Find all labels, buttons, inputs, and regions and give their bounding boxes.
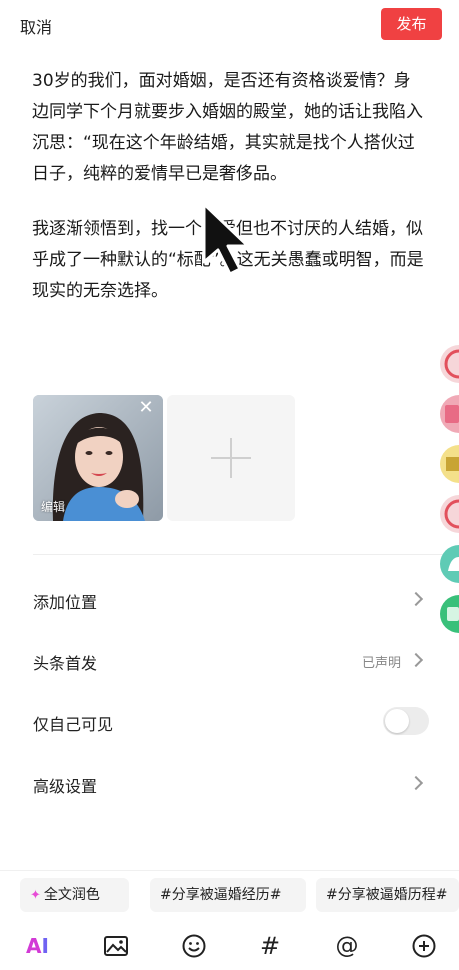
top-bar: 取消 发布 [0,0,459,52]
polish-label: 全文润色 [43,887,100,903]
floating-widget-4-icon[interactable] [440,495,459,533]
publish-button[interactable]: 发布 [381,8,442,40]
chevron-right-icon [408,652,424,668]
full-text-polish-button[interactable]: ✦ 全文润色 [20,878,129,912]
settings-label: 仅自己可见 [33,715,114,734]
floating-widget-5-icon[interactable] [440,545,459,583]
plus-icon-vertical [230,438,232,478]
edit-photo-button[interactable]: 编辑 [41,498,65,515]
add-circle-icon[interactable] [410,932,438,960]
hashtag-icon[interactable]: # [256,932,284,960]
add-image-button[interactable] [167,395,295,521]
private-visibility-toggle[interactable] [383,707,429,735]
ai-icon[interactable]: AI [26,932,54,960]
cancel-button[interactable]: 取消 [20,14,52,38]
remove-photo-close-icon[interactable]: ✕ [137,399,155,417]
post-paragraph-2[interactable]: 我逐渐领悟到，找一个不爱但也不讨厌的人结婚，似乎成了一种默认的“标配”。这无关愚… [32,214,424,307]
settings-label: 高级设置 [33,777,98,796]
divider [33,554,459,555]
settings-label: 头条首发 [33,654,98,673]
hashtag-suggestion[interactable]: #分享被逼婚经历# [150,878,306,912]
settings-advanced[interactable]: 高级设置 [33,769,429,799]
floating-widget-2-icon[interactable] [440,395,459,433]
toggle-knob [385,709,409,733]
settings-label: 添加位置 [33,593,98,612]
settings-private-visibility: 仅自己可见 [33,707,429,737]
hashtag-suggestion[interactable]: #分享被逼婚历程# [316,878,459,912]
suggestion-tags-bar: ✦ 全文润色 #分享被逼婚经历# #分享被逼婚历程# [0,870,459,919]
settings-add-location[interactable]: 添加位置 [33,585,429,615]
sparkle-icon: ✦ [30,888,41,903]
attached-photo[interactable]: ✕ 编辑 [33,395,163,521]
chevron-right-icon [408,591,424,607]
ai-letter-i: I [41,934,49,958]
image-icon[interactable] [102,932,130,960]
floating-widget-6-icon[interactable] [440,595,459,633]
ai-letter-a: A [26,934,42,958]
chevron-right-icon [408,775,424,791]
post-paragraph-1[interactable]: 30岁的我们，面对婚姻，是否还有资格谈爱情？身边同学下个月就要步入婚姻的殿堂，她… [32,66,424,190]
mention-icon[interactable]: @ [333,932,361,960]
bottom-toolbar: AI # @ [0,920,459,970]
floating-widget-1-icon[interactable] [440,345,459,383]
declared-status: 已声明 [361,656,401,671]
post-body-editor[interactable]: 30岁的我们，面对婚姻，是否还有资格谈爱情？身边同学下个月就要步入婚姻的殿堂，她… [32,66,424,331]
settings-headline-first[interactable]: 头条首发 已声明 [33,646,429,676]
floating-widget-3-icon[interactable] [440,445,459,483]
emoji-icon[interactable] [180,932,208,960]
